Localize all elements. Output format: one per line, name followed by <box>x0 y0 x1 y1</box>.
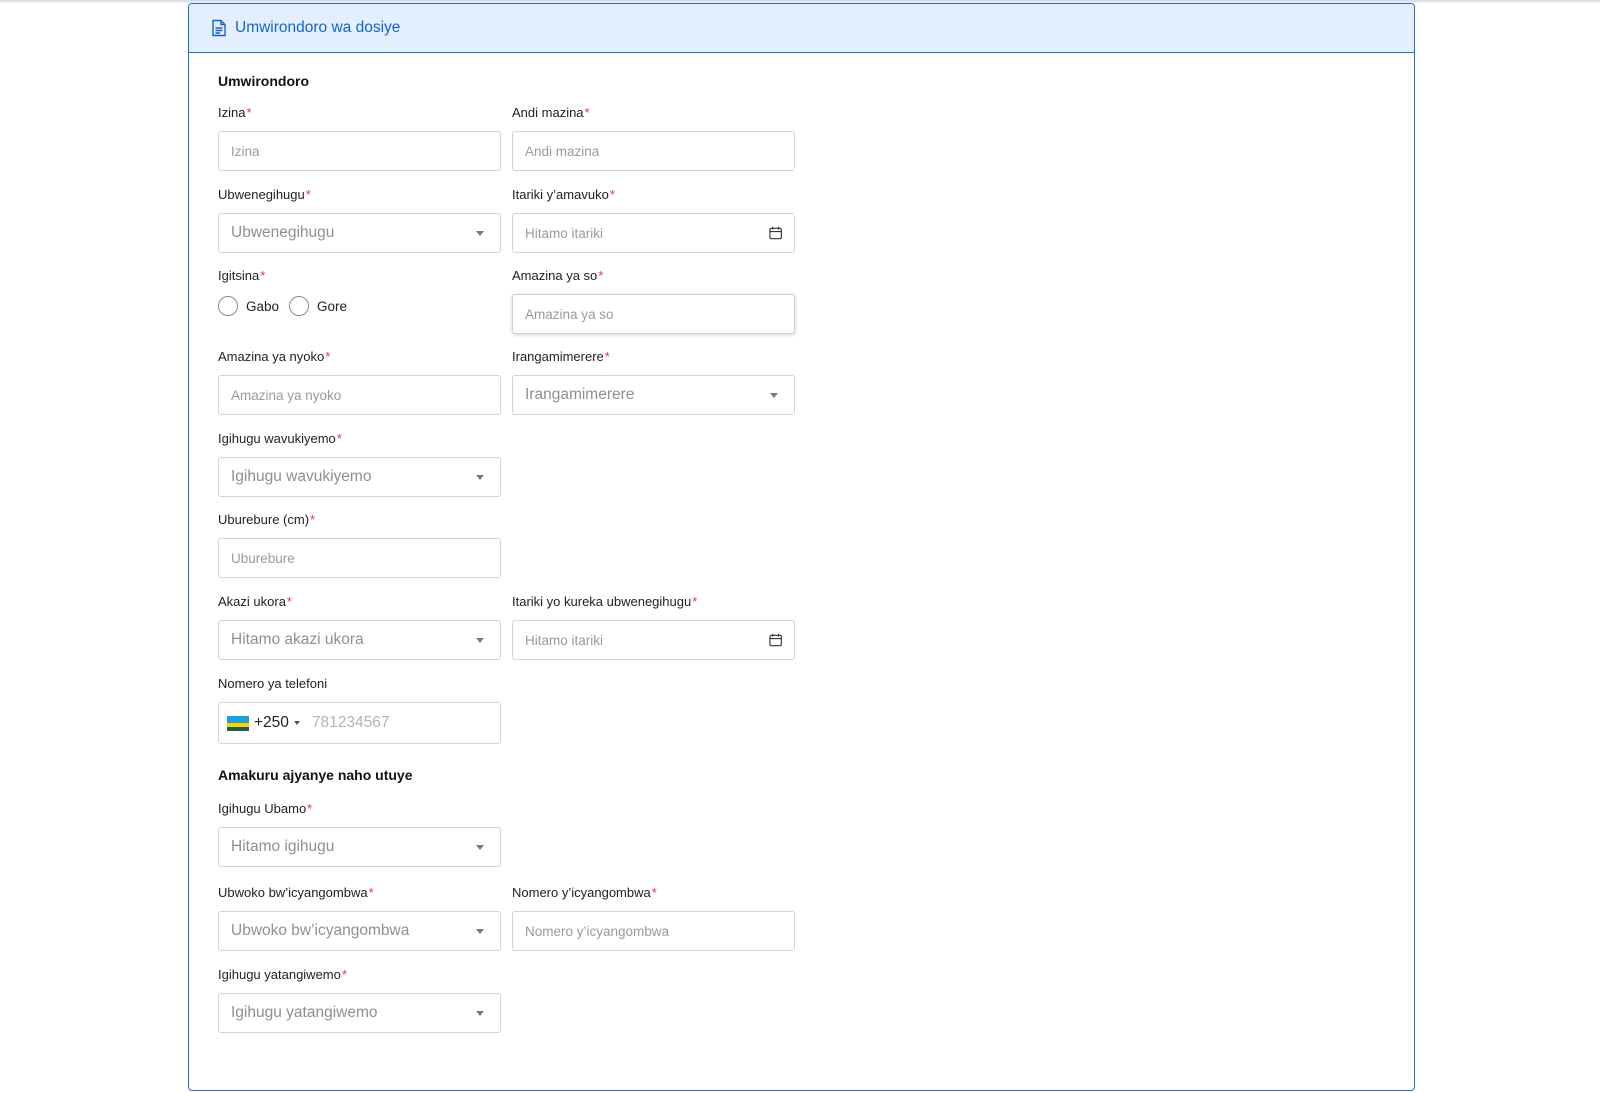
rwanda-flag-icon[interactable] <box>227 715 249 731</box>
father-name-label: Amazina ya so <box>512 268 598 283</box>
phone-label: Nomero ya telefoni <box>218 676 328 691</box>
panel-title: Umwirondoro wa dosiye <box>235 19 401 36</box>
residence-country-label: Igihugu Ubamo <box>218 801 307 816</box>
chevron-down-icon <box>476 474 484 480</box>
gender-radio-male[interactable] <box>218 296 238 316</box>
field-occupation: Akazi ukora* Hitamo akazi ukora <box>218 594 501 660</box>
document-icon <box>212 19 226 37</box>
father-name-input[interactable] <box>525 306 782 322</box>
chevron-down-icon <box>476 637 484 643</box>
field-mother-name: Amazina ya nyoko* <box>218 349 501 415</box>
dial-code-caret-icon[interactable] <box>293 721 300 725</box>
mother-name-label: Amazina ya nyoko <box>218 349 325 364</box>
height-label: Uburebure (cm) <box>218 512 310 527</box>
chevron-down-icon <box>476 844 484 850</box>
gender-option-female-label: Gore <box>317 298 348 314</box>
birth-date-label: Itariki y’amavuko <box>512 187 609 202</box>
marital-status-select[interactable]: Irangamimerere <box>512 375 795 415</box>
field-issuing-country: Igihugu yatangiwemo* Igihugu yatangiwemo <box>218 967 501 1033</box>
citizenship-end-date-input[interactable] <box>525 632 769 648</box>
field-other-names: Andi mazina* <box>512 105 795 171</box>
dial-code[interactable]: +250 <box>254 714 289 732</box>
nationality-select[interactable]: Ubwenegihugu <box>218 213 501 253</box>
gender-radio-female[interactable] <box>289 296 310 316</box>
field-id-type: Ubwoko bw’icyangombwa* Ubwoko bw’icyango… <box>218 885 501 951</box>
calendar-icon[interactable] <box>769 633 782 647</box>
field-first-name: Izina* <box>218 105 501 171</box>
section-title-residence: Amakuru ajyanye naho utuye <box>218 767 413 783</box>
field-father-name: Amazina ya so* <box>512 268 795 334</box>
phone-input[interactable] <box>311 714 482 732</box>
chevron-down-icon <box>476 1010 484 1016</box>
residence-country-select[interactable]: Hitamo igihugu <box>218 827 501 867</box>
id-type-label: Ubwoko bw’icyangombwa <box>218 885 368 900</box>
section-title-profile: Umwirondoro <box>218 73 309 89</box>
height-input[interactable] <box>231 550 488 566</box>
occupation-select[interactable]: Hitamo akazi ukora <box>218 620 501 660</box>
birth-country-label: Igihugu wavukiyemo <box>218 431 336 446</box>
chevron-down-icon <box>770 392 778 398</box>
field-phone: Nomero ya telefoni +250 <box>218 676 501 744</box>
gender-option-male-label: Gabo <box>246 298 280 314</box>
occupation-label: Akazi ukora <box>218 594 286 609</box>
chevron-down-icon <box>476 928 484 934</box>
id-number-input[interactable] <box>525 923 782 939</box>
calendar-icon[interactable] <box>769 226 782 240</box>
birth-date-input[interactable] <box>525 225 769 241</box>
issuing-country-select[interactable]: Igihugu yatangiwemo <box>218 993 501 1033</box>
field-marital-status: Irangamimerere* Irangamimerere <box>512 349 795 415</box>
field-gender: Igitsina* Gabo Gore <box>218 268 501 317</box>
citizenship-end-date-label: Itariki yo kureka ubwenegihugu <box>512 594 692 609</box>
birth-country-select[interactable]: Igihugu wavukiyemo <box>218 457 501 497</box>
mother-name-input[interactable] <box>231 387 488 403</box>
first-name-input[interactable] <box>231 143 488 159</box>
field-birth-date: Itariki y’amavuko* <box>512 187 795 253</box>
id-type-select[interactable]: Ubwoko bw’icyangombwa <box>218 911 501 951</box>
field-height: Uburebure (cm)* <box>218 512 501 578</box>
id-number-label: Nomero y’icyangombwa <box>512 885 651 900</box>
chevron-down-icon <box>476 230 484 236</box>
field-residence-country: Igihugu Ubamo* Hitamo igihugu <box>218 801 501 867</box>
field-birth-country: Igihugu wavukiyemo* Igihugu wavukiyemo <box>218 431 501 497</box>
other-names-input[interactable] <box>525 143 782 159</box>
field-nationality: Ubwenegihugu* Ubwenegihugu <box>218 187 501 253</box>
first-name-label: Izina <box>218 105 246 120</box>
issuing-country-label: Igihugu yatangiwemo <box>218 967 341 982</box>
field-citizenship-end-date: Itariki yo kureka ubwenegihugu* <box>512 594 795 660</box>
panel-header: Umwirondoro wa dosiye <box>189 4 1414 53</box>
profile-panel: Umwirondoro wa dosiye Umwirondoro Izina*… <box>188 3 1415 1091</box>
gender-label: Igitsina <box>218 268 260 283</box>
marital-status-label: Irangamimerere <box>512 349 604 364</box>
other-names-label: Andi mazina <box>512 105 584 120</box>
nationality-label: Ubwenegihugu <box>218 187 305 202</box>
field-id-number: Nomero y’icyangombwa* <box>512 885 795 951</box>
